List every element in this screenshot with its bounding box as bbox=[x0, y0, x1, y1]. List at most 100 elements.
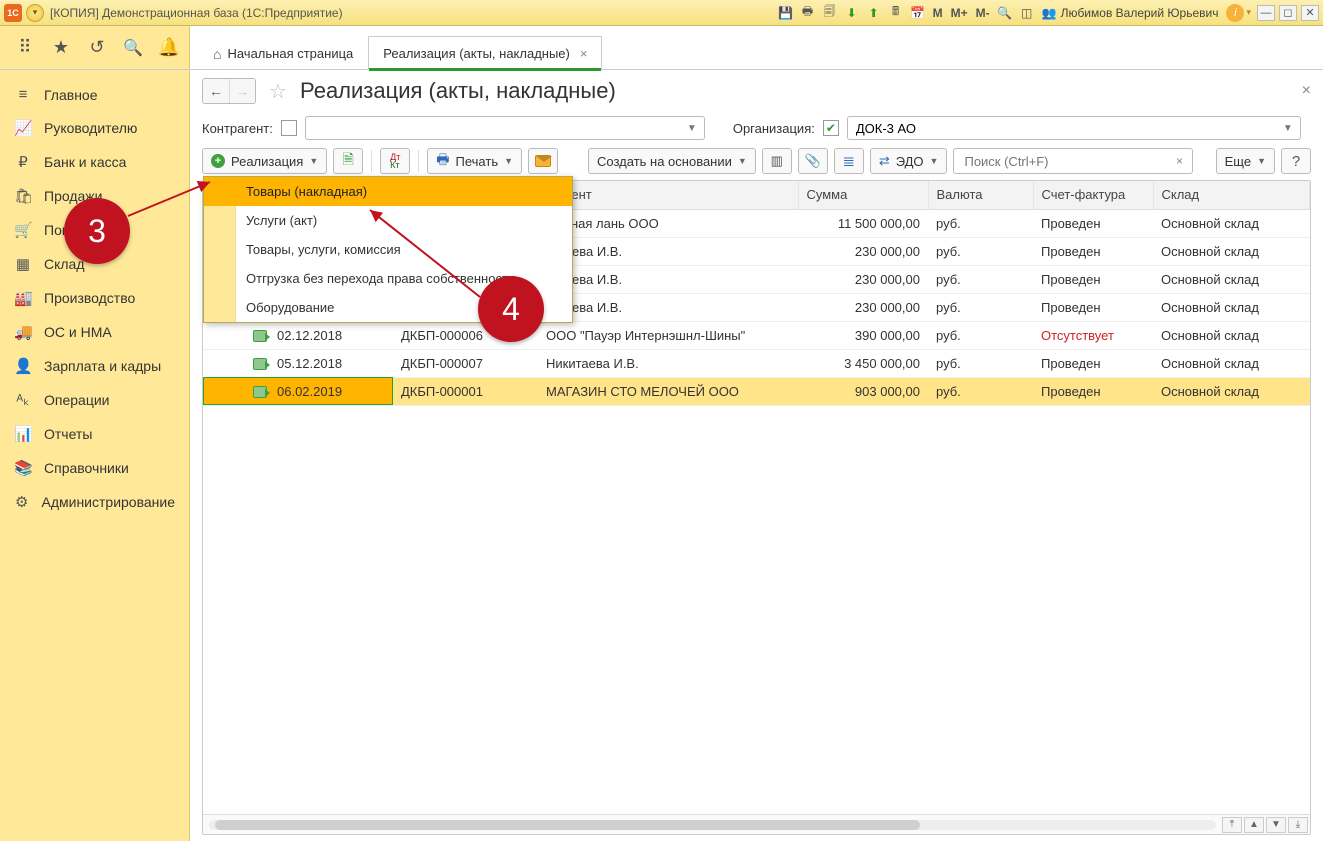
mail-button[interactable] bbox=[528, 148, 558, 174]
zoom-icon[interactable]: 🔍 bbox=[996, 4, 1014, 22]
sidebar-item-12[interactable]: ⚙Администрирование bbox=[0, 485, 189, 519]
favorite-icon[interactable]: ★ bbox=[50, 37, 72, 59]
nav-back-button[interactable]: ← bbox=[203, 79, 229, 103]
calculator-icon[interactable]: 🖩 bbox=[887, 4, 905, 22]
grid-first-button[interactable]: ⤒ bbox=[1222, 817, 1242, 833]
org-input[interactable] bbox=[854, 120, 1280, 137]
minimize-button[interactable]: — bbox=[1257, 5, 1275, 21]
edo-button[interactable]: ЭДО ▼ bbox=[870, 148, 948, 174]
search-box[interactable]: × bbox=[953, 148, 1193, 174]
column-header[interactable]: трагент bbox=[538, 181, 798, 209]
calendar-icon[interactable]: 📅 bbox=[909, 4, 927, 22]
help-button[interactable]: ? bbox=[1281, 148, 1311, 174]
table-row[interactable]: 02.12.2018ДКБП-000006ООО "Пауэр Интернэш… bbox=[203, 321, 1310, 349]
appbar-left-icons: ⠿ ★ ↺ 🔍 🔔 bbox=[0, 26, 190, 69]
attach-button[interactable] bbox=[798, 148, 828, 174]
notifications-icon[interactable]: 🔔 bbox=[158, 37, 180, 59]
refresh-button[interactable] bbox=[333, 148, 363, 174]
org-checkbox[interactable] bbox=[823, 120, 839, 136]
search-icon[interactable]: 🔍 bbox=[122, 37, 144, 59]
info-icon[interactable]: i bbox=[1226, 4, 1244, 22]
sidebar-icon: 🏭 bbox=[14, 289, 32, 307]
tab-home[interactable]: ⌂ Начальная страница bbox=[198, 36, 368, 70]
close-window-button[interactable]: ✕ bbox=[1301, 5, 1319, 21]
favorite-star-icon[interactable]: ☆ bbox=[266, 79, 290, 103]
cell: ДКБП-000007 bbox=[393, 349, 538, 377]
sidebar-item-1[interactable]: 📈Руководителю bbox=[0, 111, 189, 145]
cell: Отсутствует bbox=[1033, 321, 1153, 349]
more-button[interactable]: Еще ▼ bbox=[1216, 148, 1275, 174]
list-mode-button[interactable] bbox=[834, 148, 864, 174]
history-icon[interactable]: ↺ bbox=[86, 37, 108, 59]
print-label: Печать bbox=[456, 154, 499, 169]
grid-last-button[interactable]: ⤓ bbox=[1288, 817, 1308, 833]
preview-icon[interactable]: 🗐 bbox=[821, 4, 839, 22]
dropdown-item-1[interactable]: Услуги (акт) bbox=[204, 206, 572, 235]
column-header[interactable]: Счет-фактура bbox=[1033, 181, 1153, 209]
dropdown-item-2[interactable]: Товары, услуги, комиссия bbox=[204, 235, 572, 264]
column-header[interactable]: Валюта bbox=[928, 181, 1033, 209]
cell: 11 500 000,00 bbox=[798, 209, 928, 237]
home-icon: ⌂ bbox=[213, 46, 221, 62]
panels-icon[interactable]: ◫ bbox=[1018, 4, 1036, 22]
m-button[interactable]: M bbox=[931, 4, 945, 22]
print-icon[interactable]: 🖶 bbox=[799, 4, 817, 22]
dropdown-item-0[interactable]: Товары (накладная) bbox=[204, 177, 572, 206]
horizontal-scrollbar[interactable] bbox=[209, 820, 1216, 830]
question-icon: ? bbox=[1292, 153, 1300, 170]
grid-up-button[interactable]: ▲ bbox=[1244, 817, 1264, 833]
plus-icon: + bbox=[211, 154, 225, 168]
grid-down-button[interactable]: ▼ bbox=[1266, 817, 1286, 833]
sidebar-icon: 🛒 bbox=[14, 221, 32, 239]
sidebar-item-6[interactable]: 🏭Производство bbox=[0, 281, 189, 315]
chevron-down-icon: ▼ bbox=[1257, 156, 1266, 166]
kontragent-input[interactable] bbox=[312, 120, 684, 137]
m-plus-button[interactable]: M+ bbox=[949, 4, 970, 22]
apps-icon[interactable]: ⠿ bbox=[14, 37, 36, 59]
chevron-down-icon[interactable]: ▼ bbox=[684, 123, 700, 134]
realizatsiya-button[interactable]: + Реализация ▼ Товары (накладная)Услуги … bbox=[202, 148, 327, 174]
cell: МАГАЗИН СТО МЕЛОЧЕЙ ООО bbox=[538, 377, 798, 405]
cell: руб. bbox=[928, 377, 1033, 405]
save-icon[interactable]: 💾 bbox=[777, 4, 795, 22]
nav-forward-button[interactable]: → bbox=[229, 79, 255, 103]
cell: Основной склад bbox=[1153, 377, 1310, 405]
sidebar-item-0[interactable]: ≡Главное bbox=[0, 78, 189, 111]
table-row[interactable]: 06.02.2019ДКБП-000001МАГАЗИН СТО МЕЛОЧЕЙ… bbox=[203, 377, 1310, 405]
sidebar-item-10[interactable]: 📊Отчеты bbox=[0, 417, 189, 451]
tab-close-icon[interactable]: × bbox=[580, 46, 588, 61]
dtkt-button[interactable]: ДᴛКᴛ bbox=[380, 148, 410, 174]
table-row[interactable]: 05.12.2018ДКБП-000007Никитаева И.В.3 450… bbox=[203, 349, 1310, 377]
cell: руб. bbox=[928, 293, 1033, 321]
sidebar-icon: 🚚 bbox=[14, 323, 32, 341]
chevron-down-icon[interactable]: ▼ bbox=[1280, 123, 1296, 134]
page-close-button[interactable]: × bbox=[1302, 82, 1311, 100]
kontragent-combo[interactable]: ▼ bbox=[305, 116, 705, 140]
sidebar-item-7[interactable]: 🚚ОС и НМА bbox=[0, 315, 189, 349]
info-dropdown[interactable]: ▾ bbox=[1246, 7, 1251, 18]
maximize-button[interactable]: ◻ bbox=[1279, 5, 1297, 21]
compare-icon[interactable]: ⬇ bbox=[843, 4, 861, 22]
related-button[interactable] bbox=[762, 148, 792, 174]
search-input[interactable] bbox=[962, 153, 1170, 170]
sidebar-item-9[interactable]: ᴬₖОперации bbox=[0, 383, 189, 417]
search-clear-icon[interactable]: × bbox=[1170, 154, 1188, 168]
create-based-button[interactable]: Создать на основании ▼ bbox=[588, 148, 756, 174]
cell: 230 000,00 bbox=[798, 293, 928, 321]
create-based-label: Создать на основании bbox=[597, 154, 732, 169]
sidebar-item-2[interactable]: ₽Банк и касса bbox=[0, 145, 189, 179]
column-header[interactable]: Склад bbox=[1153, 181, 1310, 209]
titlebar-menu-button[interactable]: ▾ bbox=[26, 4, 44, 22]
sidebar-item-11[interactable]: 📚Справочники bbox=[0, 451, 189, 485]
user-block[interactable]: 👥 Любимов Валерий Юрьевич bbox=[1042, 6, 1219, 20]
cell: Основной склад bbox=[1153, 293, 1310, 321]
mail-icon bbox=[535, 155, 551, 167]
m-minus-button[interactable]: M- bbox=[974, 4, 992, 22]
sidebar-item-8[interactable]: 👤Зарплата и кадры bbox=[0, 349, 189, 383]
export-icon[interactable]: ⬆ bbox=[865, 4, 883, 22]
print-button[interactable]: 🖶 Печать ▼ bbox=[427, 148, 522, 174]
kontragent-checkbox[interactable] bbox=[281, 120, 297, 136]
org-combo[interactable]: ▼ bbox=[847, 116, 1301, 140]
column-header[interactable]: Сумма bbox=[798, 181, 928, 209]
tab-realizatsiya[interactable]: Реализация (акты, накладные) × bbox=[368, 36, 602, 70]
